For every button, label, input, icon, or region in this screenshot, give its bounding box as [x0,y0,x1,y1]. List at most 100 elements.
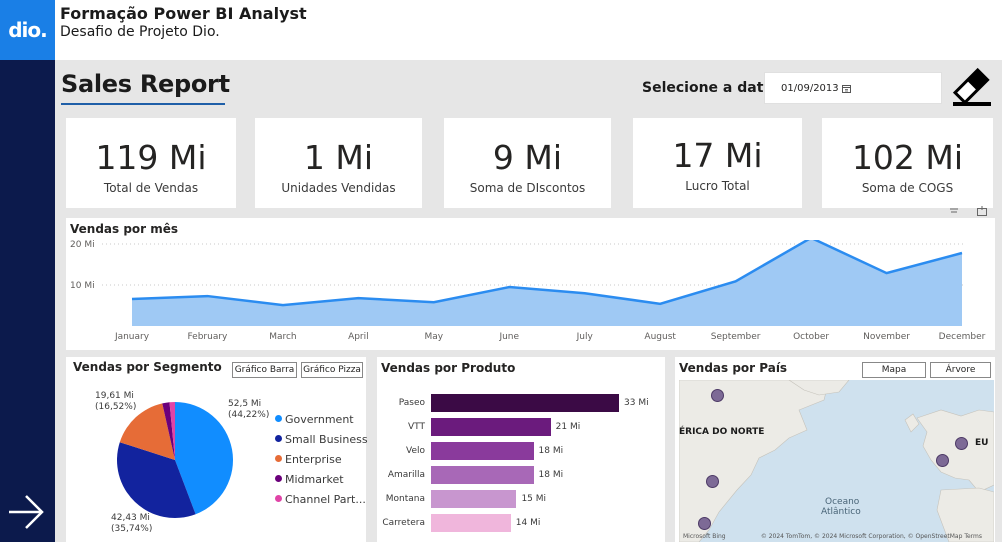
app-subtitle: Desafio de Projeto Dio. [60,24,220,40]
date-filter-input[interactable] [764,72,942,104]
kpi-value: 102 Mi [851,138,964,177]
legend-item[interactable]: Government [275,413,354,426]
bar[interactable] [431,394,619,412]
country-title: Vendas por País [679,361,788,375]
kpi-value: 17 Mi [672,136,763,175]
calendar-icon[interactable] [842,84,851,93]
filter-icon[interactable] [948,206,960,216]
legend-item[interactable]: Midmarket [275,473,344,486]
map-label-ocean-2: Atlântico [821,507,861,517]
legend-label: Small Business [285,433,368,446]
bar[interactable] [431,442,534,460]
date-filter-label: Selecione a data [642,80,773,96]
monthly-sales-chart[interactable]: 10 Mi 20 Mi January February March April May Ju… [66,240,995,350]
pie-label-enterprise: 19,61 Mi (16,52%) [95,391,136,413]
country-map[interactable]: ÉRICA DO NORTE EU Oceano Atlântico Micro… [679,380,994,542]
report-title: Sales Report [61,70,230,98]
x-tick-label: August [644,332,676,342]
pie-chart-button[interactable]: Gráfico Pizza [301,362,363,378]
kpi-label: Unidades Vendidas [281,181,396,195]
bar-value-label: 18 Mi [538,446,564,456]
kpi-card-soma-cogs: 102 Mi Soma de COGS [822,118,993,208]
x-tick-label: October [793,332,829,342]
x-tick-label: July [576,332,594,342]
kpi-card-soma-descontos: 9 Mi Soma de DIscontos [444,118,611,208]
x-tick-label: September [711,332,761,342]
area-fill [132,240,962,326]
map-bubble-germany[interactable] [955,437,968,450]
kpi-label: Lucro Total [685,179,750,193]
y-tick-label: 10 Mi [70,281,95,291]
map-bubble-canada[interactable] [711,389,724,402]
pie-label-small-business: 42,43 Mi (35,74%) [111,513,152,535]
legend-label: Enterprise [285,453,342,466]
bar-value-label: 15 Mi [521,494,547,504]
kpi-value: 119 Mi [95,138,207,177]
dio-logo-text: dio. [8,18,48,42]
x-tick-label: June [498,332,519,342]
app-title: Formação Power BI Analyst [60,4,307,23]
x-tick-label: December [939,332,986,342]
legend-item[interactable]: Small Business [275,433,368,446]
map-label-ocean: Oceano [825,497,860,507]
pie-label-value: 52,5 Mi [228,399,262,409]
pie-label-government: 52,5 Mi (44,22%) [228,399,269,421]
product-title: Vendas por Produto [381,361,516,375]
y-tick-label: 20 Mi [70,240,95,250]
kpi-label: Total de Vendas [103,181,199,195]
bar-category-label: VTT [408,422,425,432]
legend-item[interactable]: Enterprise [275,453,342,466]
map-label-north-america: ÉRICA DO NORTE [679,427,765,437]
bar[interactable] [431,466,534,484]
kpi-card-total-vendas: 119 Mi Total de Vendas [66,118,236,208]
focus-mode-icon[interactable] [976,206,988,216]
bar-chart-button[interactable]: Gráfico Barra [232,362,297,378]
pie-label-percent: (35,74%) [111,524,153,534]
segment-title: Vendas por Segmento [73,360,222,374]
bar[interactable] [431,490,517,508]
map-bubble-france[interactable] [936,454,949,467]
map-attribution-text: © 2024 TomTom, © 2024 Microsoft Corporat… [760,533,982,540]
map-button[interactable]: Mapa [862,362,926,378]
x-tick-label: January [114,332,150,342]
legend-swatch [275,455,282,462]
bar-category-label: Montana [385,494,425,504]
bar-value-label: 18 Mi [538,470,564,480]
map-bubble-usa[interactable] [706,475,719,488]
x-tick-label: April [348,332,369,342]
x-tick-label: May [425,332,444,342]
map-bubble-mexico[interactable] [698,517,711,530]
map-label-europe: EU [975,438,989,448]
map-attribution: Microsoft Bing © 2024 TomTom, © 2024 Mic… [679,533,994,540]
legend-label: Channel Part... [285,493,366,506]
x-tick-label: March [269,332,296,342]
legend-swatch [275,415,282,422]
legend-label: Midmarket [285,473,344,486]
bar-value-label: 14 Mi [515,518,541,528]
bar-category-label: Amarilla [387,470,425,480]
kpi-value: 9 Mi [492,138,563,177]
pie-label-value: 42,43 Mi [111,513,150,523]
legend-item[interactable]: Channel Part... [275,493,366,506]
bar-value-label: 33 Mi [624,398,649,408]
legend-swatch [275,475,282,482]
bar-category-label: Carretera [382,518,425,528]
kpi-label: Soma de DIscontos [469,181,586,195]
left-rail [0,60,55,542]
pie-label-percent: (16,52%) [95,402,137,412]
report-title-underline [61,103,225,105]
bar[interactable] [431,514,511,532]
bar[interactable] [431,418,551,436]
tree-button[interactable]: Árvore [930,362,991,378]
kpi-value: 1 Mi [303,138,374,177]
arrow-right-icon[interactable] [6,492,46,532]
pie-label-percent: (44,22%) [228,410,270,420]
kpi-card-lucro-total: 17 Mi Lucro Total [633,118,802,208]
legend-swatch [275,495,282,502]
kpi-label: Soma de COGS [861,181,954,195]
eraser-icon[interactable] [951,66,993,108]
bar-category-label: Paseo [398,398,425,408]
bar-category-label: Velo [405,446,425,456]
legend-label: Government [285,413,354,426]
pie-label-value: 19,61 Mi [95,391,134,401]
